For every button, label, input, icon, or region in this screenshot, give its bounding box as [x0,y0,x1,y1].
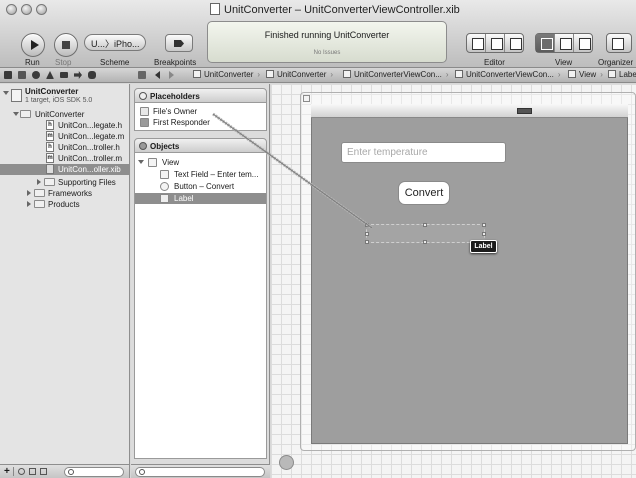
canvas-zoom-control[interactable] [279,455,294,470]
connection-line [212,112,373,230]
